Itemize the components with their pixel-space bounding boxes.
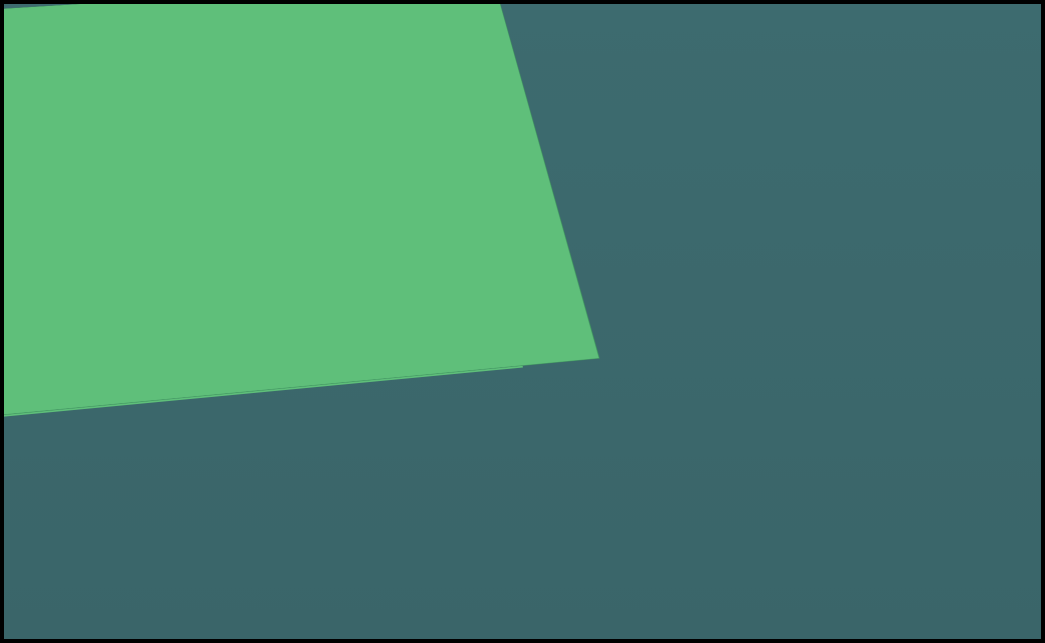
- pcb-3d-viewport[interactable]: [0, 0, 1045, 643]
- pcb-board: [0, 0, 523, 642]
- pour-se: [0, 0, 600, 436]
- pcb-scene: [0, 0, 1045, 643]
